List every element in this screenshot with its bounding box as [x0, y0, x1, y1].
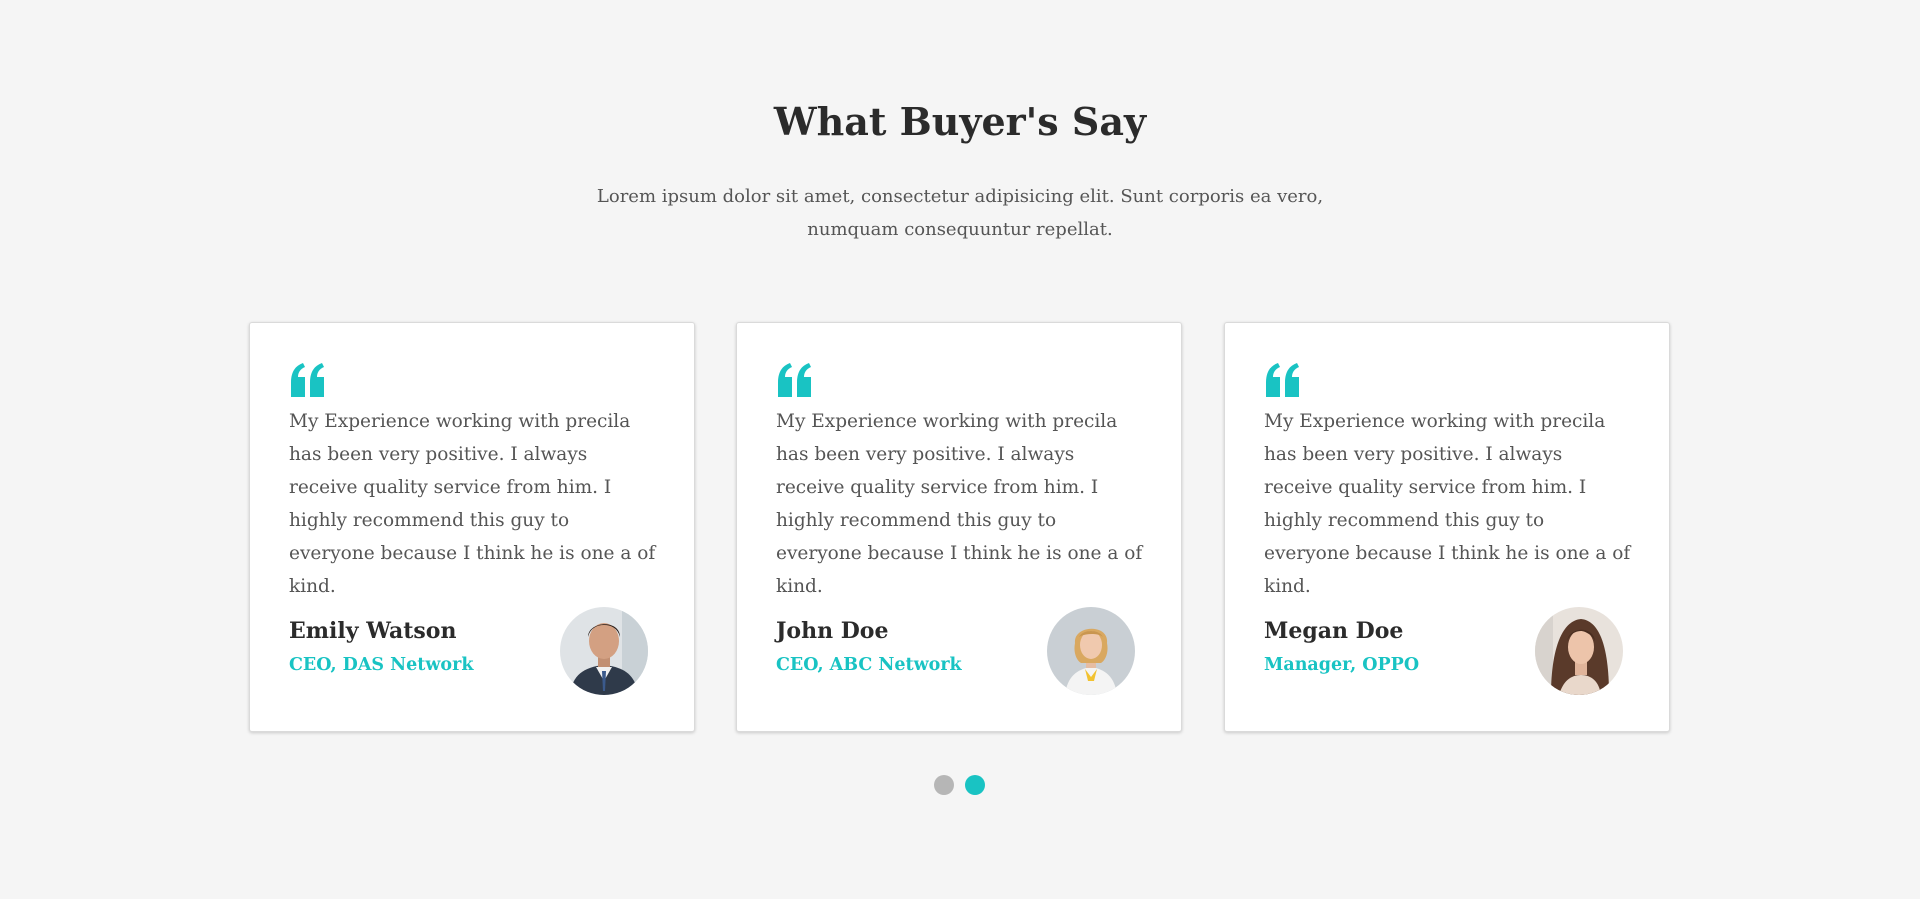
testimonial-role: Manager, OPPO	[1264, 655, 1420, 675]
testimonial-name: Megan Doe	[1264, 618, 1404, 644]
testimonial-role: CEO, ABC Network	[776, 655, 962, 675]
testimonial-name: John Doe	[776, 618, 889, 644]
section-subtitle: Lorem ipsum dolor sit amet, consectetur …	[560, 180, 1360, 246]
avatar-man-suit-icon	[560, 607, 648, 695]
quote-icon	[778, 363, 811, 397]
avatar-woman-blonde-icon	[1047, 607, 1135, 695]
subtitle-line-1: Lorem ipsum dolor sit amet, consectetur …	[596, 186, 1324, 207]
testimonials-section: What Buyer's Say Lorem ipsum dolor sit a…	[0, 0, 1920, 899]
section-title: What Buyer's Say	[773, 99, 1147, 144]
avatar	[1535, 607, 1623, 695]
testimonial-text: My Experience working with precila has b…	[776, 411, 1143, 597]
testimonial-card: My Experience working with precila has b…	[249, 322, 695, 732]
avatar	[1047, 607, 1135, 695]
pagination-dot-2-active[interactable]	[965, 775, 985, 795]
testimonial-text: My Experience working with precila has b…	[289, 411, 656, 597]
testimonial-role: CEO, DAS Network	[289, 655, 474, 675]
testimonial-text: My Experience working with precila has b…	[1264, 411, 1631, 597]
pagination-dot-1[interactable]	[934, 775, 954, 795]
testimonial-card: My Experience working with precila has b…	[1224, 322, 1670, 732]
testimonial-carousel: My Experience working with precila has b…	[249, 322, 1674, 734]
quote-icon	[291, 363, 324, 397]
testimonial-card: My Experience working with precila has b…	[736, 322, 1182, 732]
carousel-pagination	[934, 775, 986, 795]
avatar	[560, 607, 648, 695]
avatar-woman-brunette-icon	[1535, 607, 1623, 695]
testimonial-name: Emily Watson	[289, 618, 457, 644]
quote-icon	[1266, 363, 1299, 397]
subtitle-line-2: numquam consequuntur repellat.	[807, 219, 1113, 240]
